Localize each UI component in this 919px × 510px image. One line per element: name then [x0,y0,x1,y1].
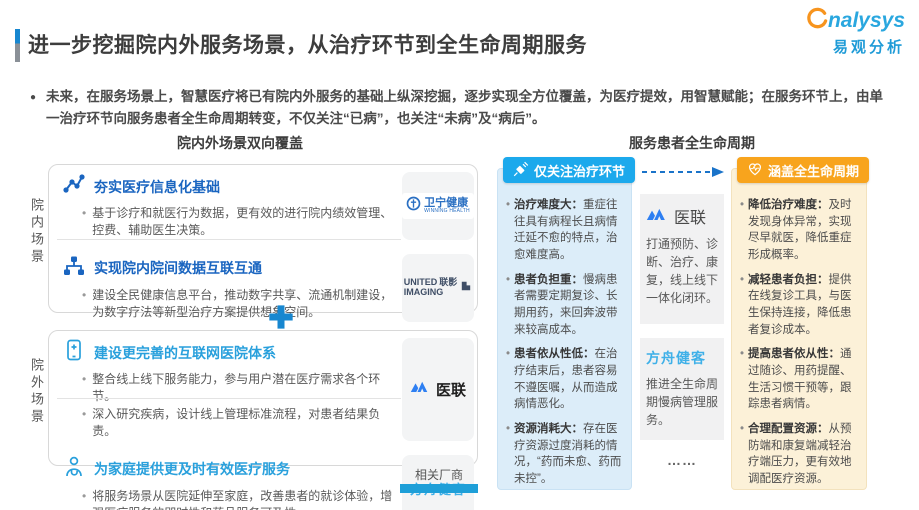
list-item: 建设更完善的互联网医院体系 整合线上线下服务能力，参与用户潜在医疗需求各个环节。… [49,331,477,448]
analysys-logo: nalysys 易观分析 [805,7,905,57]
brand-name-cn: 易观分析 [805,36,905,57]
related-vendors-label: 相关厂商 [400,466,478,483]
vendor-name: 医联 [674,204,706,228]
item-bullet: 建设全民健康信息平台，推动数字共享、流通机制建设，为数字疗法等新型治疗方案提供想… [62,287,400,322]
dashed-arrow-icon [640,165,726,183]
related-vendors-bar [400,484,478,493]
medlinker-card: 医联 打通预防、诊断、治疗、康复，线上线下一体化闭环。 [640,194,724,324]
united-imaging-shield-icon [460,279,472,297]
list-item: 减轻患者负担：提供在线复诊工具，与医生保持连接，降低患者复诊成本。 [740,272,858,339]
sitemap-icon [62,254,86,283]
medlinker-icon [410,380,432,398]
united-imaging-logo: UNITED联影 IMAGING [404,278,473,297]
list-item: 夯实医疗信息化基础 基于诊疗和就医行为数据，更有效的进行院内绩效管理、控费、辅助… [49,165,477,247]
more-vendors-ellipsis: …… [640,452,724,468]
page-title: 进一步挖掘院内外服务场景，从治疗环节到全生命周期服务 [28,29,587,59]
item-title: 为家庭提供更及时有效医疗服务 [94,459,290,479]
left-section-heading: 院内外场景双向覆盖 [30,133,450,153]
list-item: 患者负担重：慢病患者需要定期复诊、长期用药，来回奔波带来较高成本。 [506,272,623,339]
list-item: 降低治疗难度：及时发现身体异常，实现尽早就医，降低重症形成概率。 [740,197,858,264]
phone-medical-icon [62,338,86,367]
brand-name: nalysys [828,9,905,33]
group-inside-hospital: 夯实医疗信息化基础 基于诊疗和就医行为数据，更有效的进行院内绩效管理、控费、辅助… [48,164,478,313]
card-text: 推进全生命周期慢病管理服务。 [646,375,718,429]
syringe-icon [513,161,529,180]
intro-text: 未来，在服务场景上，智慧医疗将已有院内外服务的基础上纵深挖掘，逐步实现全方位覆盖… [46,86,886,131]
vendor-cell: 医联 [402,338,474,441]
list-item: 治疗难度大：重症往往具有病程长且病情迁延不愈的特点，治愈难度高。 [506,197,623,264]
item-title: 夯实医疗信息化基础 [94,177,220,197]
full-lifecycle-box: 降低治疗难度：及时发现身体异常，实现尽早就医，降低重症形成概率。 减轻患者负担：… [731,168,867,490]
item-title: 建设更完善的互联网医院体系 [94,343,276,363]
item-title: 实现院内院间数据互联互通 [94,258,262,278]
side-label-outside: 院外场景 [30,358,46,426]
vendor-cell: 卫宁健康 WINNING HEALTH [402,172,474,240]
full-lifecycle-badge: 涵盖全生命周期 [737,157,869,183]
fangzhou-card: 方舟健客 推进全生命周期慢病管理服务。 [640,338,724,440]
card-text: 打通预防、诊断、治疗、康复，线上线下一体化闭环。 [646,235,718,307]
list-item: 实现院内院间数据互联互通 建设全民健康信息平台，推动数字共享、流通机制建设，为数… [49,247,477,329]
divider [57,398,401,399]
list-item: 提高患者依从性：通过随诊、用药提醒、生活习惯干预等，跟踪患者病情。 [740,346,858,413]
medlinker-logo: 医联 [646,204,718,228]
vendor-name-en: WINNING HEALTH [424,209,470,214]
list-item: 合理配置资源：从预防端和康复端减轻治疗端压力，更有效地调配医疗资源。 [740,421,858,488]
list-item: 患者依从性低：在治疗结束后，患者容易不遵医嘱，从而造成病情恶化。 [506,346,623,413]
analysys-swoosh-icon [805,7,828,35]
intro-paragraph: ● 未来，在服务场景上，智慧医疗将已有院内外服务的基础上纵深挖掘，逐步实现全方位… [30,86,886,131]
vendor-name-en: IMAGING [404,288,444,297]
item-bullet: 基于诊疗和就医行为数据，更有效的进行院内绩效管理、控费、辅助医生决策。 [62,205,400,240]
title-accent-bar [15,29,20,62]
right-section-heading: 服务患者全生命周期 [510,133,874,153]
item-bullet: 整合线上线下服务能力，参与用户潜在医疗需求各个环节。 [62,371,400,406]
medlinker-logo: 医联 [410,379,466,400]
fangzhou-logo: 方舟健客 [646,348,706,368]
vendor-name: 医联 [436,379,466,400]
divider [57,239,401,240]
heart-pulse-icon [747,161,763,180]
medlinker-icon [646,207,670,226]
treatment-only-box: 治疗难度大：重症往往具有病程长且病情迁延不愈的特点，治愈难度高。 患者负担重：慢… [497,168,632,490]
side-label-inside: 院内场景 [30,198,46,266]
network-nodes-icon [62,172,86,201]
group-outside-hospital: 建设更完善的互联网医院体系 整合线上线下服务能力，参与用户潜在医疗需求各个环节。… [48,330,478,466]
treatment-only-badge: 仅关注治疗环节 [503,157,635,183]
winning-health-icon [406,196,421,216]
bullet-dot-icon: ● [30,86,36,131]
item-bullet: 将服务场景从医院延伸至家庭，改善患者的就诊体验，增强医疗服务的即时性和药品服务可… [62,488,400,510]
winning-health-logo: 卫宁健康 WINNING HEALTH [402,193,474,219]
doctor-icon [62,455,86,484]
slide: 进一步挖掘院内外服务场景，从治疗环节到全生命周期服务 nalysys 易观分析 … [0,0,919,510]
list-item: 资源消耗大：存在医疗资源过度消耗的情况，“药而未愈、药而未控”。 [506,421,623,488]
item-bullet: 深入研究疾病，设计线上管理标准流程，对患者结果负责。 [62,406,400,441]
plus-icon [267,303,295,331]
vendor-cell: UNITED联影 IMAGING [402,254,474,322]
